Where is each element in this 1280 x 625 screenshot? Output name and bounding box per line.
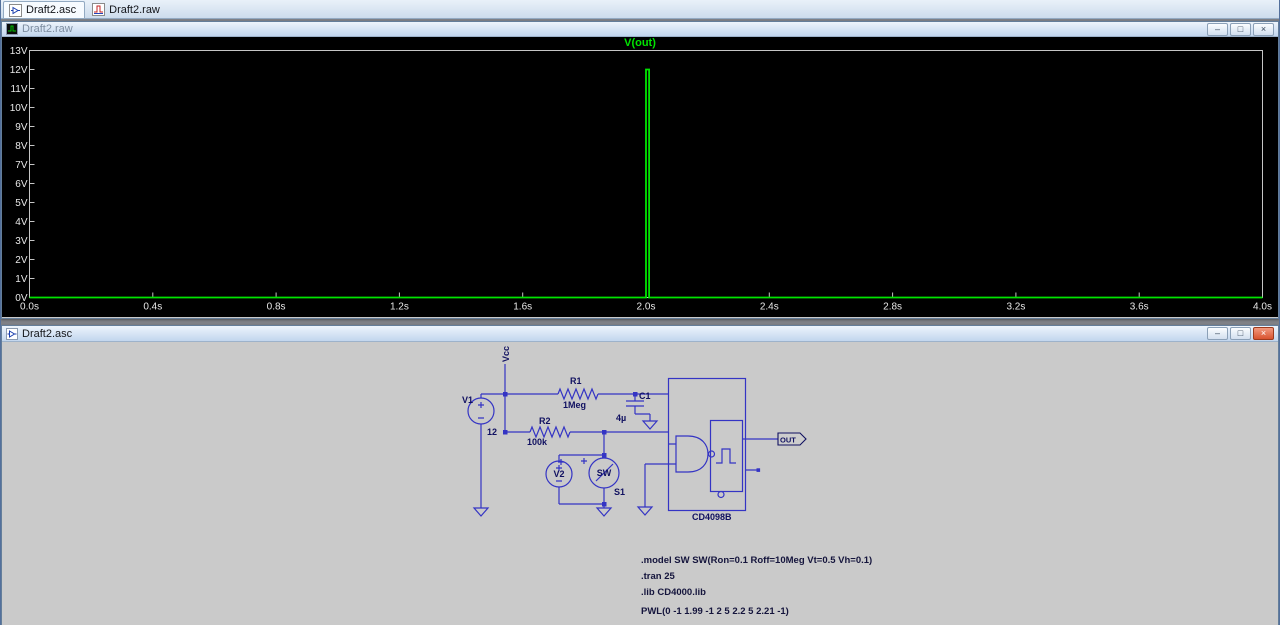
schematic-window-icon[interactable] <box>6 327 18 340</box>
x-tick-label: 4.0s <box>1253 302 1272 313</box>
c1-value[interactable]: 4µ <box>616 413 626 423</box>
x-tick-label: 1.2s <box>390 302 409 313</box>
schematic-drawing: Vcc V1 12 R1 1Meg R2 100k C1 4µ V2 SW S1… <box>462 346 807 522</box>
ground-icon <box>472 507 490 517</box>
schematic-file-icon <box>9 3 22 17</box>
r1-value[interactable]: 1Meg <box>563 400 586 410</box>
x-tick-label: 0.8s <box>267 302 286 313</box>
window-controls: – □ × <box>1207 22 1274 36</box>
y-tick-label: 1V <box>15 274 28 285</box>
minimize-button[interactable]: – <box>1207 22 1228 36</box>
waveform-window-icon[interactable] <box>6 23 18 35</box>
y-tick-label: 13V <box>10 46 28 57</box>
sw-name[interactable]: SW <box>597 468 612 478</box>
window-controls: – □ × <box>1207 327 1274 340</box>
spice-directive[interactable]: .tran 25 <box>641 571 675 582</box>
component-labels: Vcc V1 12 R1 1Meg R2 100k C1 4µ V2 SW S1… <box>462 346 732 522</box>
ltspice-app: Draft2.asc Draft2.raw Draft2.raw – □ × V… <box>0 0 1280 625</box>
schematic-editor-window: Draft2.asc – □ × Vcc V1 12 R1 1Meg R2 10… <box>1 325 1279 625</box>
vcc-label[interactable]: Vcc <box>501 346 511 362</box>
x-tick-label: 2.8s <box>883 302 902 313</box>
spice-directive[interactable]: PWL(0 -1 1.99 -1 2 5 2.2 5 2.21 -1) <box>641 606 789 617</box>
r2-name[interactable]: R2 <box>539 416 551 426</box>
x-tick-label: 1.6s <box>513 302 532 313</box>
document-tab-bar: Draft2.asc Draft2.raw <box>1 0 1279 19</box>
window-title: Draft2.asc <box>22 327 73 340</box>
y-tick-label: 5V <box>15 198 28 209</box>
schematic-canvas[interactable]: Vcc V1 12 R1 1Meg R2 100k C1 4µ V2 SW S1… <box>2 342 1278 625</box>
window-title: Draft2.raw <box>22 23 73 35</box>
waveform-titlebar[interactable]: Draft2.raw – □ × <box>2 22 1278 37</box>
ic-label[interactable]: CD4098B <box>692 512 732 522</box>
tab-draft2-asc[interactable]: Draft2.asc <box>3 1 86 18</box>
x-tick-label: 0.4s <box>143 302 162 313</box>
close-button[interactable]: × <box>1253 22 1274 36</box>
y-tick-label: 12V <box>10 65 28 76</box>
ground-icon <box>641 420 659 430</box>
x-tick-label: 2.0s <box>637 302 656 313</box>
waveform-plot-area[interactable]: V(out) 0V 1V 2V 3V 4V 5V 6V 7V 8V 9V 10V 11V 12V 13V 0… <box>2 37 1278 317</box>
y-tick-label: 3V <box>15 236 28 247</box>
r1-name[interactable]: R1 <box>570 376 582 386</box>
x-tick-label: 3.6s <box>1130 302 1149 313</box>
waveform-viewer-window: Draft2.raw – □ × V(out) 0V 1V 2V 3V 4V 5V 6V 7V… <box>1 21 1279 319</box>
v2-name[interactable]: V2 <box>553 469 564 479</box>
ic-monostable-symbol[interactable] <box>667 377 747 512</box>
minimize-button[interactable]: – <box>1207 327 1228 340</box>
c1-name[interactable]: C1 <box>639 391 651 401</box>
v1-value[interactable]: 12 <box>487 427 497 437</box>
ground-icon <box>595 507 613 517</box>
x-tick-label: 3.2s <box>1006 302 1025 313</box>
out-port-label: OUT <box>780 436 796 445</box>
waveform-file-icon <box>92 3 106 16</box>
schematic-titlebar[interactable]: Draft2.asc – □ × <box>2 326 1278 342</box>
vout-trace <box>29 68 1263 299</box>
y-tick-label: 6V <box>15 179 28 190</box>
resistor-r1-symbol <box>557 387 599 401</box>
tab-label: Draft2.raw <box>109 3 160 16</box>
waveform-plot: 0V1V2V3V4V5V6V7V8V9V10V11V12V13V0.0s 0.4s… <box>10 46 1272 313</box>
maximize-button[interactable]: □ <box>1230 327 1251 340</box>
y-tick-label: 10V <box>10 103 28 114</box>
spice-directive[interactable]: .model SW SW(Ron=0.1 Roff=10Meg Vt=0.5 V… <box>641 555 872 566</box>
x-tick-label: 0.0s <box>20 302 39 313</box>
v1-name[interactable]: V1 <box>462 395 473 405</box>
out-port-flag[interactable]: OUT <box>777 432 807 446</box>
y-tick-label: 2V <box>15 255 28 266</box>
y-tick-label: 9V <box>15 122 28 133</box>
x-tick-label: 2.4s <box>760 302 779 313</box>
tab-draft2-raw[interactable]: Draft2.raw <box>87 1 168 18</box>
ground-icon <box>636 506 654 516</box>
close-button[interactable]: × <box>1253 327 1274 340</box>
sw-ref[interactable]: S1 <box>614 487 625 497</box>
resistor-r2-symbol <box>529 425 571 439</box>
y-tick-label: 7V <box>15 160 28 171</box>
maximize-button[interactable]: □ <box>1230 22 1251 36</box>
tab-label: Draft2.asc <box>26 4 77 16</box>
r2-value[interactable]: 100k <box>527 437 548 447</box>
y-tick-label: 11V <box>10 84 27 95</box>
y-tick-label: 8V <box>15 141 28 152</box>
spice-directive[interactable]: .lib CD4000.lib <box>641 587 706 598</box>
y-tick-label: 4V <box>15 217 28 228</box>
